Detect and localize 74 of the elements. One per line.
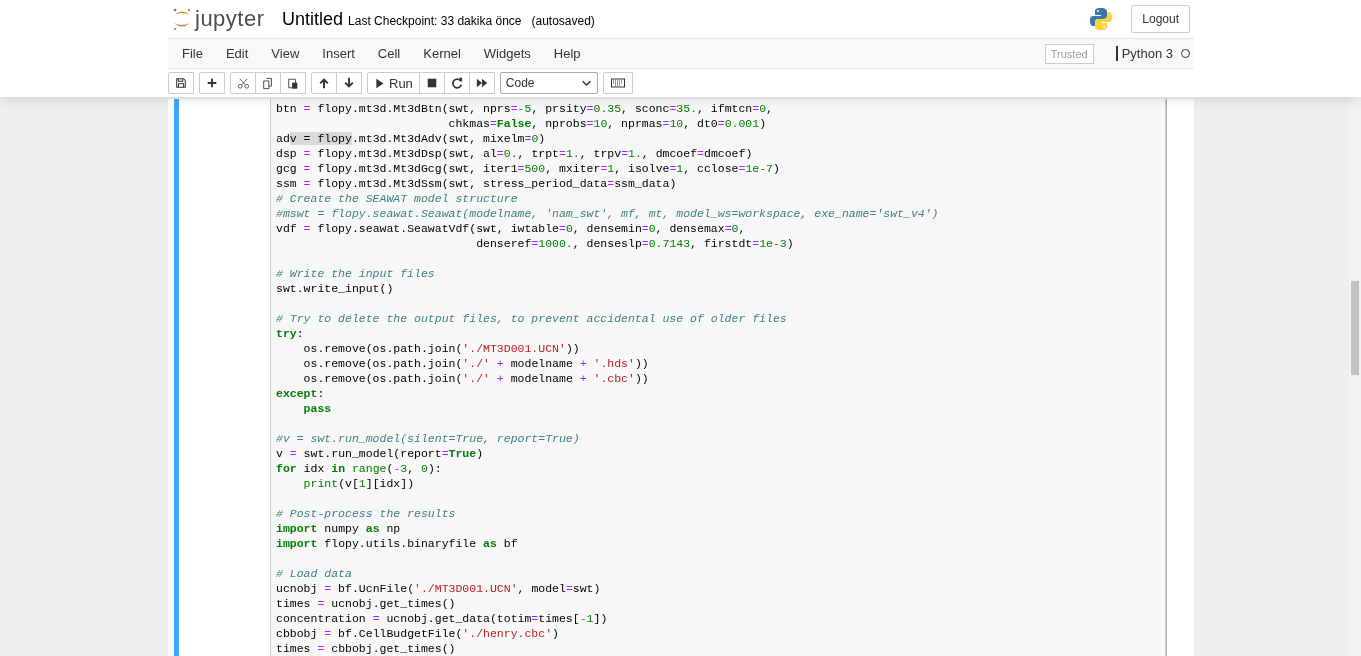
keyboard-icon: [609, 76, 626, 90]
scrollbar-thumb[interactable]: [1351, 281, 1359, 375]
code-line: os.remove(os.path.join('./' + modelname + '.hds')): [302, 356, 650, 371]
code-line: # Try to delete the output files, to prevent accidental use of older files: [276, 311, 788, 326]
menu-item[interactable]: Cell: [366, 46, 412, 61]
jupyter-logo-icon: [172, 7, 192, 31]
code-line: gcg = flopy.mt3d.Mt3dGcg(swt, iter1=500, mxiter=1, isolve=1, cclose=1e-7): [276, 161, 781, 176]
code-line: btn = flopy.mt3d.Mt3dBtn(swt, nprs=-5, prsity=0.35, sconc=35., ifmtcn=0,: [276, 101, 774, 116]
restart-icon: [450, 77, 463, 89]
menu-item[interactable]: Edit: [214, 46, 260, 61]
code-line: except:: [276, 386, 326, 401]
cut-button[interactable]: [230, 72, 256, 94]
code-line: # Post-process the results: [276, 506, 457, 521]
cell-type-dropdown[interactable]: Code: [499, 72, 598, 94]
arrow-up-icon: [318, 77, 330, 89]
move-down-button[interactable]: [336, 72, 362, 94]
fast-forward-icon: [475, 77, 488, 89]
code-line: concentration = ucnobj.get_data(totim=times[-1]): [276, 611, 609, 626]
restart-button[interactable]: [443, 72, 470, 94]
notebook-name[interactable]: Untitled: [282, 8, 344, 30]
code-line: for idx in range(-3, 0):: [276, 461, 443, 476]
copy-icon: [262, 76, 274, 90]
code-line: #v = swt.run_model(silent=True, report=True): [276, 431, 581, 446]
code-line: cbbobj = bf.CellBudgetFile('./henry.cbc'): [276, 626, 560, 641]
fast-forward-button[interactable]: [468, 72, 495, 94]
code-line: denseref=1000., denseslp=0.7143, firstdt=1e-3): [475, 236, 795, 251]
code-line: os.remove(os.path.join('./MT3D001.UCN')): [302, 341, 581, 356]
arrow-down-icon: [343, 77, 355, 89]
logout-button[interactable]: Logout: [1131, 5, 1190, 33]
menu-item[interactable]: Help: [542, 46, 592, 61]
copy-button[interactable]: [255, 72, 281, 94]
checkpoint-text: Last Checkpoint: 33 dakika önce: [348, 13, 522, 28]
code-line: v = swt.run_model(report=True): [276, 446, 485, 461]
code-line: #mswt = flopy.seawat.Seawat(modelname, 'nam_swt', mf, mt, model_ws=workspace, exe_name='swt_v4'): [276, 206, 940, 221]
code-line: dsp = flopy.mt3d.Mt3dDsp(swt, al=0., trpt=1., trpv=1., dmcoef=dmcoef): [276, 146, 754, 161]
clipboard-icon: [287, 76, 299, 90]
run-button[interactable]: Run: [367, 72, 420, 94]
menu-item[interactable]: Insert: [311, 46, 366, 61]
keyboard-button[interactable]: [602, 72, 633, 94]
code-line: vdf = flopy.seawat.SeawatVdf(swt, iwtable=0, densemin=0, densemax=0,: [276, 221, 747, 236]
save-icon: [175, 77, 187, 89]
code-line: import flopy.utils.binaryfile as bf: [276, 536, 519, 551]
paste-button[interactable]: [280, 72, 306, 94]
save-button[interactable]: [168, 72, 194, 94]
play-icon: [374, 77, 385, 89]
plus-icon: [206, 77, 218, 89]
code-line: # Load data: [276, 566, 353, 581]
scissors-icon: [236, 76, 250, 90]
code-line: # Create the SEAWAT model structure: [276, 191, 519, 206]
code-line: ssm = flopy.mt3d.Mt3dSsm(swt, stress_period_data=ssm_data): [276, 176, 678, 191]
logo-text: jupyter: [195, 6, 265, 32]
code-line: print(v[1][idx]): [302, 476, 416, 491]
code-line: import numpy as np: [276, 521, 402, 536]
code-line: times = cbbobj.get_times(): [276, 641, 457, 656]
code-line: # Write the input files: [276, 266, 436, 281]
menu-item[interactable]: File: [168, 46, 214, 61]
code-line: ucnobj = bf.UcnFile('./MT3D001.UCN', model=swt): [276, 581, 602, 596]
code-line: chkmas=False, nprobs=10, nprmas=10, dt0=0.001): [447, 116, 768, 131]
stop-icon: [426, 78, 437, 88]
code-line: times = ucnobj.get_times(): [276, 596, 457, 611]
stop-button[interactable]: [418, 72, 445, 94]
insert-cell-button[interactable]: [199, 72, 225, 94]
kernel-name: Python 3: [1115, 46, 1173, 61]
menu-item[interactable]: View: [260, 46, 311, 61]
menu-item[interactable]: Kernel: [412, 46, 472, 61]
code-line: try:: [276, 326, 305, 341]
move-up-button[interactable]: [311, 72, 337, 94]
autosave-status: (autosaved): [531, 13, 595, 28]
menu-item[interactable]: Widgets: [472, 46, 542, 61]
code-line: adv = flopy.mt3d.Mt3dAdv(swt, mixelm=0): [276, 131, 547, 146]
python-logo-icon: [1089, 7, 1114, 31]
code-line: os.remove(os.path.join('./' + modelname + '.cbc')): [302, 371, 650, 386]
code-line: swt.write_input(): [276, 281, 395, 296]
code-line: pass: [302, 401, 333, 416]
